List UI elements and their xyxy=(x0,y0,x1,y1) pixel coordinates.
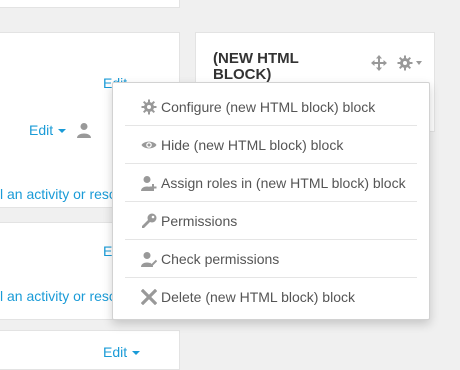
caret-down-icon xyxy=(416,61,422,65)
course-section-top xyxy=(0,0,180,8)
add-activity-link[interactable]: l an activity or reso xyxy=(0,288,117,304)
menu-item-hide[interactable]: Hide (new HTML block) block xyxy=(113,126,429,164)
menu-item-label: Check permissions xyxy=(161,251,280,267)
menu-item-label: Delete (new HTML block) block xyxy=(161,289,355,305)
menu-item-label: Configure (new HTML block) block xyxy=(161,99,376,115)
menu-item-label: Hide (new HTML block) block xyxy=(161,137,344,153)
add-activity-link[interactable]: l an activity or reso xyxy=(0,186,117,202)
block-title: (NEW HTML BLOCK) xyxy=(213,50,299,83)
menu-item-delete[interactable]: Delete (new HTML block) block xyxy=(113,278,429,316)
block-actions-menu-toggle[interactable] xyxy=(397,55,422,71)
user-icon[interactable] xyxy=(76,122,92,138)
caret-down-icon xyxy=(58,129,67,134)
edit-menu-link[interactable]: Edit xyxy=(29,122,67,138)
block-actions xyxy=(371,55,422,71)
check-permissions-icon xyxy=(141,252,157,267)
gear-icon xyxy=(397,55,413,71)
menu-item-assign-roles[interactable]: Assign roles in (new HTML block) block xyxy=(113,164,429,202)
move-icon[interactable] xyxy=(371,55,387,71)
menu-item-configure[interactable]: Configure (new HTML block) block xyxy=(113,88,429,126)
menu-item-label: Permissions xyxy=(161,213,238,229)
key-icon xyxy=(142,213,157,228)
delete-icon xyxy=(141,289,157,305)
gear-icon xyxy=(141,99,157,115)
block-actions-menu: Configure (new HTML block) block Hide (n… xyxy=(112,82,430,320)
menu-item-check-permissions[interactable]: Check permissions xyxy=(113,240,429,278)
edit-link-label: Edit xyxy=(103,344,128,360)
edit-link-label: Edit xyxy=(29,122,54,138)
menu-item-label: Assign roles in (new HTML block) block xyxy=(161,175,406,191)
edit-menu-link[interactable]: Edit xyxy=(103,344,141,360)
course-section xyxy=(0,330,180,370)
caret-down-icon xyxy=(132,351,141,356)
eye-icon xyxy=(141,141,157,149)
menu-item-permissions[interactable]: Permissions xyxy=(113,202,429,240)
assign-roles-icon xyxy=(141,176,157,191)
